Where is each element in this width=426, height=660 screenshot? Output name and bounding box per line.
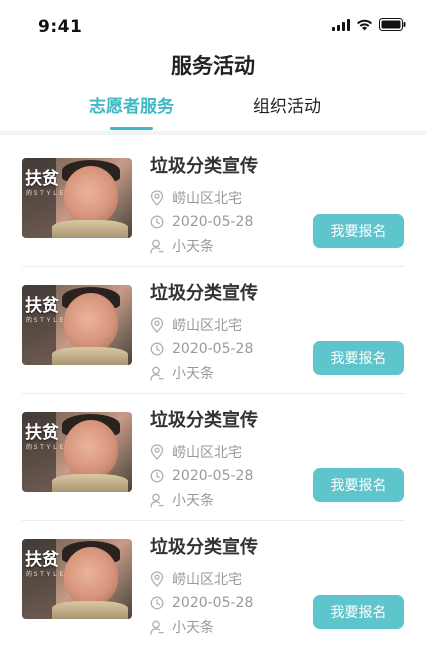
signup-button[interactable]: 我要报名 (313, 468, 404, 502)
organizer-text: 小天条 (172, 620, 214, 636)
activity-thumbnail: 扶贫 的ＳＴＹＬＥ (22, 285, 132, 365)
activity-date: 2020-05-28 (150, 591, 258, 615)
activity-location: 崂山区北宅 (150, 313, 258, 337)
tab-indicator (110, 127, 153, 130)
activity-card[interactable]: 扶贫 的ＳＴＹＬＥ 垃圾分类宣传 崂山区北宅 2020-05-28 小天条 我要… (22, 140, 404, 267)
activity-location: 崂山区北宅 (150, 440, 258, 464)
tabs-divider (0, 131, 426, 135)
activity-info: 垃圾分类宣传 崂山区北宅 2020-05-28 小天条 (150, 152, 258, 258)
signal-icon (332, 18, 350, 31)
clock-icon (150, 596, 164, 610)
status-icons (332, 18, 406, 31)
activity-organizer: 小天条 (150, 488, 258, 512)
activity-list: 扶贫 的ＳＴＹＬＥ 垃圾分类宣传 崂山区北宅 2020-05-28 小天条 我要… (0, 140, 426, 648)
user-icon (150, 620, 164, 635)
activity-location: 崂山区北宅 (150, 186, 258, 210)
activity-title: 垃圾分类宣传 (150, 537, 258, 558)
tab-volunteer-service[interactable]: 志愿者服务 (89, 92, 174, 117)
thumbnail-subtitle: 的ＳＴＹＬＥ (26, 190, 66, 197)
thumbnail-title: 扶贫 (25, 296, 59, 316)
activity-title: 垃圾分类宣传 (150, 283, 258, 304)
activity-card[interactable]: 扶贫 的ＳＴＹＬＥ 垃圾分类宣传 崂山区北宅 2020-05-28 小天条 我要… (22, 521, 404, 648)
activity-date: 2020-05-28 (150, 337, 258, 361)
user-icon (150, 366, 164, 381)
activity-title: 垃圾分类宣传 (150, 156, 258, 177)
page-title: 服务活动 (171, 54, 255, 78)
thumbnail-title: 扶贫 (25, 169, 59, 189)
organizer-text: 小天条 (172, 239, 214, 255)
location-text: 崂山区北宅 (172, 572, 242, 588)
user-icon (150, 239, 164, 254)
status-bar: 9:41 (0, 0, 426, 46)
thumbnail-title: 扶贫 (25, 423, 59, 443)
date-text: 2020-05-28 (172, 214, 254, 230)
wifi-icon (356, 19, 373, 31)
clock-icon (150, 342, 164, 356)
activity-location: 崂山区北宅 (150, 567, 258, 591)
location-text: 崂山区北宅 (172, 445, 242, 461)
location-pin-icon (150, 571, 164, 587)
activity-info: 垃圾分类宣传 崂山区北宅 2020-05-28 小天条 (150, 406, 258, 512)
clock-icon (150, 469, 164, 483)
organizer-text: 小天条 (172, 493, 214, 509)
clock-icon (150, 215, 164, 229)
thumbnail-title: 扶贫 (25, 550, 59, 570)
activity-date: 2020-05-28 (150, 464, 258, 488)
activity-organizer: 小天条 (150, 234, 258, 258)
date-text: 2020-05-28 (172, 341, 254, 357)
activity-info: 垃圾分类宣传 崂山区北宅 2020-05-28 小天条 (150, 533, 258, 639)
date-text: 2020-05-28 (172, 468, 254, 484)
activity-card[interactable]: 扶贫 的ＳＴＹＬＥ 垃圾分类宣传 崂山区北宅 2020-05-28 小天条 我要… (22, 267, 404, 394)
activity-date: 2020-05-28 (150, 210, 258, 234)
location-text: 崂山区北宅 (172, 191, 242, 207)
status-time: 9:41 (38, 17, 83, 37)
activity-thumbnail: 扶贫 的ＳＴＹＬＥ (22, 539, 132, 619)
location-pin-icon (150, 190, 164, 206)
thumbnail-subtitle: 的ＳＴＹＬＥ (26, 571, 66, 578)
thumbnail-subtitle: 的ＳＴＹＬＥ (26, 444, 66, 451)
tab-organization-activities[interactable]: 组织活动 (253, 92, 321, 117)
signup-button[interactable]: 我要报名 (313, 595, 404, 629)
location-pin-icon (150, 444, 164, 460)
activity-card[interactable]: 扶贫 的ＳＴＹＬＥ 垃圾分类宣传 崂山区北宅 2020-05-28 小天条 我要… (22, 394, 404, 521)
organizer-text: 小天条 (172, 366, 214, 382)
signup-button[interactable]: 我要报名 (313, 341, 404, 375)
user-icon (150, 493, 164, 508)
location-text: 崂山区北宅 (172, 318, 242, 334)
activity-title: 垃圾分类宣传 (150, 410, 258, 431)
activity-info: 垃圾分类宣传 崂山区北宅 2020-05-28 小天条 (150, 279, 258, 385)
activity-thumbnail: 扶贫 的ＳＴＹＬＥ (22, 158, 132, 238)
activity-thumbnail: 扶贫 的ＳＴＹＬＥ (22, 412, 132, 492)
location-pin-icon (150, 317, 164, 333)
signup-button[interactable]: 我要报名 (313, 214, 404, 248)
date-text: 2020-05-28 (172, 595, 254, 611)
thumbnail-subtitle: 的ＳＴＹＬＥ (26, 317, 66, 324)
activity-organizer: 小天条 (150, 615, 258, 639)
tab-bar: 志愿者服务 组织活动 (0, 92, 426, 132)
activity-organizer: 小天条 (150, 361, 258, 385)
battery-icon (379, 18, 406, 31)
